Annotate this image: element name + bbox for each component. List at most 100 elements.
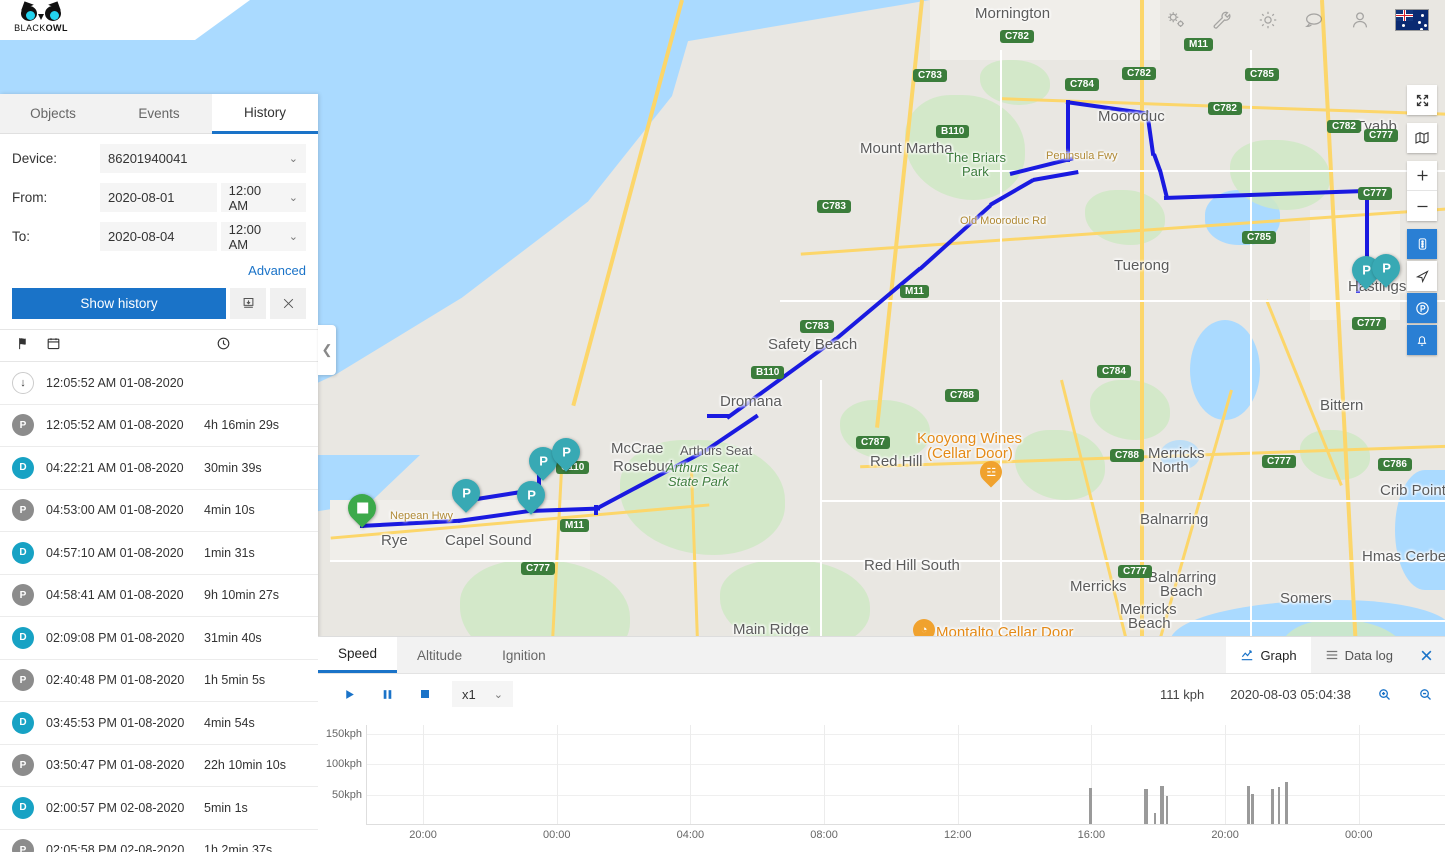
map-label: Peninsula Fwy [1046,150,1118,162]
playback-speed-select[interactable]: x1 ⌄ [452,681,513,707]
to-label: To: [12,229,31,244]
tab-ignition[interactable]: Ignition [482,637,566,673]
show-history-button[interactable]: Show history [12,288,226,319]
traffic-button[interactable] [1407,229,1437,259]
chart-y-tick-label: 50kph [332,788,362,801]
map-label: Red Hill [870,453,923,470]
map-label: Beach [1160,583,1203,600]
clear-button[interactable] [270,288,306,319]
chart-x-tick-label: 20:00 [1211,829,1239,841]
map-route-shield: B110 [936,125,970,138]
chat-icon[interactable] [1303,9,1325,31]
from-time-select[interactable]: 12:00 AM ⌄ [220,183,306,213]
chart-data-point [1153,813,1157,824]
chart-zoom-in-button[interactable] [1377,687,1392,702]
direction-button[interactable] [1407,261,1437,291]
map-route-shield: C782 [1327,120,1361,133]
map-label: (Cellar Door) [927,445,1013,462]
map-label: Arthurs Seat [666,460,739,475]
gear-icon[interactable] [1257,9,1279,31]
australia-flag-icon[interactable] [1395,9,1429,31]
close-icon [1421,650,1431,660]
drive-icon: D [12,626,34,649]
chart-zoom-out-button[interactable] [1418,687,1433,702]
map-label: Mornington [975,5,1051,22]
to-date-value: 2020-08-04 [108,229,175,244]
table-row[interactable]: P 02:40:48 PM 01-08-2020 1h 5min 5s [0,660,318,702]
to-date-input[interactable]: 2020-08-04 [100,222,217,251]
to-time-select[interactable]: 12:00 AM ⌄ [220,222,306,252]
map-route-shield: C788 [1110,449,1144,462]
settings-gears-icon[interactable] [1165,9,1187,31]
parking-button[interactable] [1407,293,1437,323]
pause-button[interactable] [368,681,406,707]
tab-events[interactable]: Events [106,94,212,134]
table-row[interactable]: D 02:00:57 PM 02-08-2020 5min 1s [0,787,318,830]
tab-objects[interactable]: Objects [0,94,106,134]
map-marker-label: P [1361,262,1371,278]
device-select[interactable]: 86201940041 ⌄ [100,144,306,173]
table-row[interactable]: ↓ 12:05:52 AM 01-08-2020 [0,362,318,405]
current-speed-readout: 111 kph [1159,686,1205,702]
map-wroad-3 [960,620,1445,622]
map-marker-label: P [526,487,536,503]
map-route-shield: C785 [1242,231,1276,244]
history-list[interactable]: ↓ 12:05:52 AM 01-08-2020 P 12:05:52 AM 01-0… [0,362,318,852]
history-form: Device: 86201940041 ⌄ From: 2020-08-01 1… [0,134,318,329]
tab-graph-label: Graph [1260,647,1297,663]
tab-history[interactable]: History [212,94,318,134]
map-route-shield: C777 [1262,455,1296,468]
zoom-out-button[interactable] [1407,191,1437,221]
table-row[interactable]: P 12:05:52 AM 01-08-2020 4h 16min 29s [0,405,318,447]
chart-x-tick-label: 20:00 [409,829,437,841]
map-marker-label: P [538,453,548,469]
row-duration: 22h 10min 10s [204,758,287,773]
close-icon [283,298,293,309]
map-route-shield: C777 [1358,187,1392,200]
row-timestamp: 02:00:57 PM 02-08-2020 [46,800,185,815]
tab-graph[interactable]: Graph [1226,637,1311,673]
map-label: Beach [1128,615,1171,632]
stop-button[interactable] [406,681,444,707]
chart-gridline-v [824,725,826,824]
close-graph-panel-button[interactable] [1407,637,1445,673]
table-row[interactable]: D 03:45:53 PM 01-08-2020 4min 54s [0,702,318,745]
tab-speed[interactable]: Speed [318,637,398,673]
row-timestamp: 02:05:58 PM 02-08-2020 [46,843,185,852]
chart-data-point [1089,787,1093,824]
speed-chart[interactable]: 50kph 100kph 150kph 20:00 00:00 04:00 08:00 12… [318,715,1445,852]
map-marker-label: P [461,485,471,501]
fullscreen-button[interactable] [1407,85,1437,115]
play-button[interactable] [330,681,368,707]
chart-y-tick-label: 100kph [325,758,362,771]
advanced-link[interactable]: Advanced [12,261,306,288]
tab-data-log[interactable]: Data log [1311,637,1407,673]
table-row[interactable]: P 04:53:00 AM 01-08-2020 4min 10s [0,490,318,532]
table-row[interactable]: P 04:58:41 AM 01-08-2020 9h 10min 27s [0,575,318,617]
row-timestamp: 04:22:21 AM 01-08-2020 [46,460,184,475]
table-row[interactable]: D 04:22:21 AM 01-08-2020 30min 39s [0,447,318,490]
tab-altitude[interactable]: Altitude [397,637,482,673]
user-icon[interactable] [1349,9,1371,31]
table-row[interactable]: D 02:09:08 PM 01-08-2020 31min 40s [0,617,318,660]
map-label: Mooroduc [1098,108,1165,125]
map-label: North [1152,459,1189,476]
to-row: To: 2020-08-04 12:00 AM ⌄ [12,222,306,252]
import-button[interactable] [230,288,266,319]
from-row: From: 2020-08-01 12:00 AM ⌄ [12,183,306,213]
table-row[interactable]: D 04:57:10 AM 01-08-2020 1min 31s [0,532,318,575]
parking-icon: P [12,414,34,437]
from-date-input[interactable]: 2020-08-01 [100,183,217,212]
map-label: Safety Beach [768,336,858,353]
zoom-in-button[interactable] [1407,161,1437,191]
parking-icon: P [12,669,34,692]
row-timestamp: 03:50:47 PM 01-08-2020 [46,758,185,773]
traffic-light-icon [1418,238,1426,250]
map-layers-button[interactable] [1407,123,1437,153]
table-row[interactable]: P 03:50:47 PM 01-08-2020 22h 10min 10s [0,745,318,787]
chart-data-point [1285,782,1289,824]
wrench-icon[interactable] [1211,9,1233,31]
table-row[interactable]: P 02:05:58 PM 02-08-2020 1h 2min 37s [0,830,318,852]
alerts-button[interactable] [1407,325,1437,355]
panel-collapse-button[interactable]: ❮ [318,325,336,375]
